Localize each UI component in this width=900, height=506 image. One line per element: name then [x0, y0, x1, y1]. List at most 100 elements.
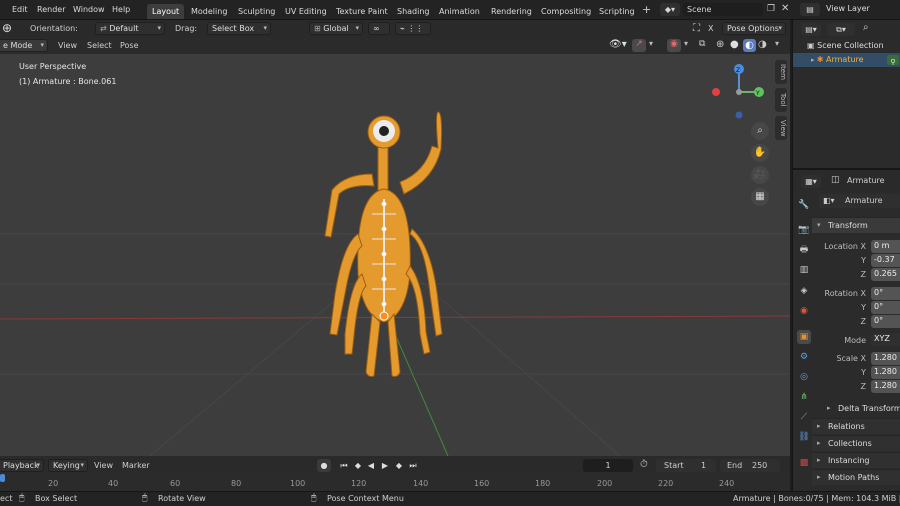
- timeline-ruler[interactable]: 20 40 60 80 100 120 140 160 180 200 220 …: [0, 474, 790, 491]
- play-icon[interactable]: ▶: [378, 459, 392, 472]
- jump-start-icon[interactable]: ⏮: [337, 459, 351, 472]
- viewport-menu-view[interactable]: View: [58, 41, 77, 50]
- rotation-z-field[interactable]: 0°: [871, 315, 900, 328]
- motion-paths-panel[interactable]: ▸ Motion Paths: [812, 469, 900, 485]
- scene-name-field[interactable]: Scene: [683, 3, 763, 16]
- tab-scripting[interactable]: Scripting: [594, 4, 640, 19]
- chevron-down-icon[interactable]: ▾: [775, 39, 779, 48]
- sidebar-tab-tool[interactable]: Tool: [775, 88, 787, 112]
- solid-shading-icon[interactable]: ●: [730, 39, 739, 50]
- scale-z-field[interactable]: 1.280: [871, 380, 900, 393]
- tab-texture-paint[interactable]: Texture Paint: [331, 4, 393, 19]
- wireframe-shading-icon[interactable]: ⊕: [716, 39, 724, 50]
- keying-dropdown[interactable]: Keying ▾: [48, 459, 88, 472]
- add-workspace-icon[interactable]: +: [642, 3, 651, 16]
- world-properties-icon[interactable]: ◉: [797, 304, 811, 318]
- navigation-gizmo[interactable]: Z Y: [708, 60, 768, 120]
- rotation-y-field[interactable]: 0°: [871, 301, 900, 314]
- copy-scene-icon[interactable]: ❐: [767, 4, 775, 14]
- output-properties-icon[interactable]: 🖶: [797, 243, 811, 257]
- outliner-scene-collection[interactable]: ▣ Scene Collection: [793, 39, 900, 53]
- tab-layout[interactable]: Layout: [147, 4, 185, 19]
- material-shading-icon[interactable]: ◐: [743, 39, 756, 52]
- chevron-down-icon[interactable]: ▾: [684, 39, 688, 48]
- scene-properties-icon[interactable]: ◈: [797, 284, 811, 298]
- tab-uv-editing[interactable]: UV Editing: [280, 4, 332, 19]
- jump-end-icon[interactable]: ⏭: [406, 459, 420, 472]
- collections-panel[interactable]: ▸ Collections: [812, 435, 900, 451]
- clock-icon[interactable]: ⏱: [640, 459, 648, 470]
- active-bone-origin[interactable]: [379, 311, 389, 321]
- close-scene-icon[interactable]: ✕: [781, 3, 789, 14]
- record-icon[interactable]: ●: [317, 459, 331, 472]
- relations-panel[interactable]: ▸ Relations: [812, 418, 900, 434]
- rotation-mode-dropdown[interactable]: XYZ: [871, 333, 900, 346]
- chevron-down-icon[interactable]: ▾: [649, 39, 653, 48]
- view-layer-icon[interactable]: ▤: [800, 3, 820, 16]
- render-properties-icon[interactable]: 📷: [797, 223, 811, 237]
- location-x-field[interactable]: 0 m: [871, 240, 900, 253]
- modifier-properties-icon[interactable]: ⚙: [797, 350, 811, 364]
- transform-orientation-dropdown[interactable]: ⊞ Global ▾: [309, 22, 363, 35]
- location-z-field[interactable]: 0.265: [871, 268, 900, 281]
- grid-perspective-icon[interactable]: ▦: [751, 188, 769, 206]
- filter-icon[interactable]: ⧉▾: [827, 23, 855, 36]
- viewport-menu-pose[interactable]: Pose: [120, 41, 139, 50]
- transform-panel-header[interactable]: ▾ Transform: [812, 217, 900, 233]
- view-layer-properties-icon[interactable]: ▥: [797, 263, 811, 277]
- scene-selector-icon[interactable]: ◆▾: [660, 3, 680, 16]
- next-key-icon[interactable]: ◆: [392, 459, 406, 472]
- mode-dropdown[interactable]: e Mode ▾: [0, 39, 48, 52]
- play-reverse-icon[interactable]: ◀: [364, 459, 378, 472]
- overlays-icon[interactable]: ◉: [667, 39, 681, 52]
- menu-render[interactable]: Render: [37, 5, 65, 14]
- current-frame-field[interactable]: 1: [583, 459, 633, 472]
- pivot-dropdown[interactable]: ∞: [368, 22, 390, 35]
- object-properties-icon[interactable]: ▣: [797, 330, 811, 344]
- gizmo-toggle-icon[interactable]: ↗: [632, 39, 646, 52]
- menu-help[interactable]: Help: [112, 5, 130, 14]
- menu-window[interactable]: Window: [73, 5, 105, 14]
- tab-modeling[interactable]: Modeling: [186, 4, 232, 19]
- outliner-armature-row[interactable]: ▸ ✱ Armature ⚲: [793, 53, 900, 67]
- sidebar-tab-view[interactable]: View: [775, 116, 787, 140]
- drag-dropdown[interactable]: Select Box ▾: [207, 22, 271, 35]
- snap-dropdown[interactable]: ⌁ ⋮⋮: [395, 22, 431, 35]
- tab-shading[interactable]: Shading: [392, 4, 435, 19]
- viewport-menu-select[interactable]: Select: [87, 41, 112, 50]
- menu-edit[interactable]: Edit: [12, 5, 28, 14]
- scale-y-field[interactable]: 1.280: [871, 366, 900, 379]
- 3d-viewport[interactable]: User Perspective (1) Armature : Bone.061…: [0, 54, 790, 456]
- pan-hand-icon[interactable]: ✋: [751, 144, 769, 162]
- rendered-shading-icon[interactable]: ◑: [758, 39, 767, 50]
- tool-properties-icon[interactable]: 🔧: [797, 198, 811, 212]
- delta-transform-panel[interactable]: ▸ Delta Transform: [822, 401, 900, 417]
- physics-properties-icon[interactable]: ◎: [797, 370, 811, 384]
- instancing-panel[interactable]: ▸ Instancing: [812, 452, 900, 468]
- prev-key-icon[interactable]: ◆: [351, 459, 365, 472]
- playhead-marker[interactable]: [0, 474, 5, 482]
- visibility-icon[interactable]: 👁▾: [609, 39, 627, 50]
- bone-properties-icon[interactable]: ⟋: [797, 410, 811, 424]
- search-icon[interactable]: ⌕: [863, 22, 869, 33]
- texture-properties-icon[interactable]: ▩: [797, 456, 811, 470]
- camera-icon[interactable]: 🎥: [751, 166, 769, 184]
- start-frame-field[interactable]: Start 1: [656, 459, 716, 472]
- orientation-dropdown[interactable]: ⇄ Default ▾: [95, 22, 165, 35]
- tab-compositing[interactable]: Compositing: [536, 4, 596, 19]
- pose-options-dropdown[interactable]: Pose Options ▾: [722, 22, 786, 35]
- sidebar-tab-item[interactable]: Item: [775, 60, 787, 84]
- end-frame-field[interactable]: End 250: [720, 459, 780, 472]
- tab-sculpting[interactable]: Sculpting: [233, 4, 280, 19]
- playback-dropdown[interactable]: Playback ▾: [0, 459, 44, 472]
- xray-icon[interactable]: ⧉: [699, 39, 705, 49]
- bone-constraint-icon[interactable]: ⛓: [797, 430, 811, 444]
- xray-pose-icon[interactable]: ⛶: [693, 23, 700, 34]
- tab-animation[interactable]: Animation: [434, 4, 485, 19]
- zoom-icon[interactable]: ⌕: [751, 122, 769, 140]
- timeline-menu-view[interactable]: View: [94, 461, 113, 470]
- x-mirror-toggle[interactable]: X: [708, 24, 713, 33]
- object-datablock-field[interactable]: ◧▾ Armature: [819, 194, 900, 208]
- editor-type-icon[interactable]: ▤▾: [801, 23, 821, 36]
- scale-x-field[interactable]: 1.280: [871, 352, 900, 365]
